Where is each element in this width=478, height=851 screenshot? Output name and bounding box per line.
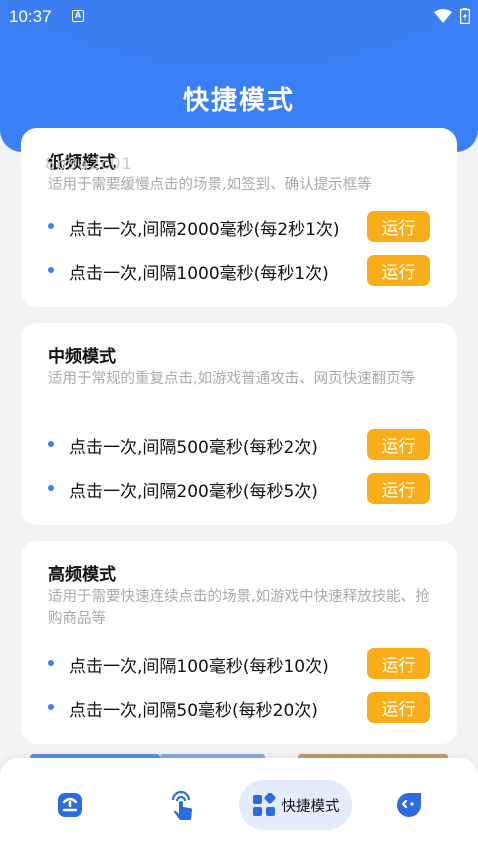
nav-item-home[interactable] <box>45 780 95 830</box>
row-label: 点击一次,间隔2000毫秒(每2秒1次) <box>69 220 340 240</box>
list-item: 点击一次,间隔2000毫秒(每2秒1次) 运行 <box>48 211 430 242</box>
nav-item-tap[interactable] <box>157 780 207 830</box>
bullet-icon <box>48 223 54 229</box>
bottom-nav: 快捷模式 <box>0 758 478 851</box>
run-button[interactable]: 运行 <box>367 211 430 242</box>
bullet-icon <box>48 704 54 710</box>
card-description: 适用于需要缓慢点击的场景,如签到、确认提示框等 <box>48 177 372 193</box>
bullet-icon <box>48 267 54 273</box>
run-button[interactable]: 运行 <box>367 648 430 679</box>
run-button[interactable]: 运行 <box>367 473 430 504</box>
run-button[interactable]: 运行 <box>367 429 430 460</box>
nav-item-label: 快捷模式 <box>281 798 340 815</box>
bullet-icon <box>48 485 54 491</box>
status-bar: 10:37 A <box>0 0 478 32</box>
list-item: 点击一次,间隔100毫秒(每秒10次) 运行 <box>48 648 430 679</box>
row-label: 点击一次,间隔100毫秒(每秒10次) <box>69 657 329 677</box>
bullet-icon <box>48 441 54 447</box>
card-low-frequency: 低频模式 8b9a2c01 适用于需要缓慢点击的场景,如签到、确认提示框等 点击… <box>21 128 457 307</box>
status-time: 10:37 <box>9 7 52 26</box>
list-item: 点击一次,间隔200毫秒(每秒5次) 运行 <box>48 473 430 504</box>
grid-icon <box>252 793 276 816</box>
row-label: 点击一次,间隔1000毫秒(每秒1次) <box>69 264 329 284</box>
card-description: 适用于需要快速连续点击的场景,如游戏中快速释放技能、抢购商品等 <box>48 589 430 627</box>
list-item: 点击一次,间隔50毫秒(每秒20次) 运行 <box>48 692 430 723</box>
row-label: 点击一次,间隔200毫秒(每秒5次) <box>69 482 318 502</box>
run-button[interactable]: 运行 <box>367 255 430 286</box>
nav-item-chat[interactable] <box>384 780 434 830</box>
row-label: 点击一次,间隔500毫秒(每秒2次) <box>69 438 318 458</box>
card-medium-frequency: 中频模式 适用于常规的重复点击,如游戏普通攻击、网页快速翻页等 点击一次,间隔5… <box>21 323 457 525</box>
card-high-frequency: 高频模式 适用于需要快速连续点击的场景,如游戏中快速释放技能、抢购商品等 点击一… <box>21 541 457 744</box>
run-button[interactable]: 运行 <box>367 692 430 723</box>
list-item: 点击一次,间隔500毫秒(每秒2次) 运行 <box>48 429 430 460</box>
tap-icon <box>171 790 192 820</box>
wifi-icon <box>434 9 452 23</box>
notification-icon: A <box>72 10 84 22</box>
card-description: 适用于常规的重复点击,如游戏普通攻击、网页快速翻页等 <box>48 371 416 387</box>
watermark-text: 8b9a2c01 <box>45 154 133 173</box>
row-label: 点击一次,间隔50毫秒(每秒20次) <box>69 701 318 721</box>
bullet-icon <box>48 660 54 666</box>
card-title: 高频模式 <box>48 565 116 585</box>
list-item: 点击一次,间隔1000毫秒(每秒1次) 运行 <box>48 255 430 286</box>
card-title: 中频模式 <box>48 347 116 367</box>
page-title: 快捷模式 <box>182 86 295 116</box>
home-icon <box>58 793 82 817</box>
battery-icon <box>460 8 470 24</box>
nav-item-quick-mode[interactable]: 快捷模式 <box>239 780 352 830</box>
chat-icon <box>397 793 421 817</box>
